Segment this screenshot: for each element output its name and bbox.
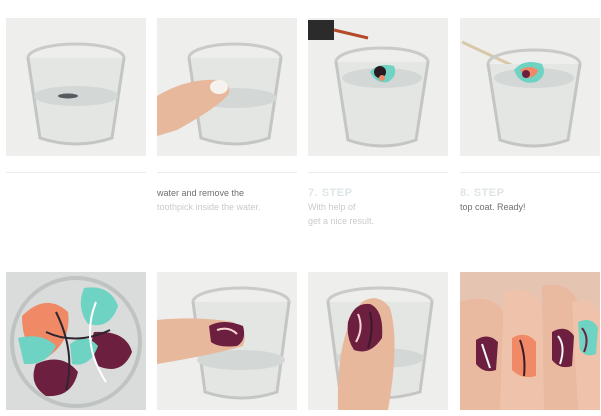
finger-glass-image — [157, 18, 297, 156]
divider — [308, 172, 448, 173]
caption-line: With help of — [308, 202, 356, 212]
photo-marble-swirl-closeup — [6, 272, 146, 410]
photo-glass-water — [6, 18, 146, 156]
marble-swirl-image — [6, 272, 146, 410]
photo-finger-dipped — [157, 272, 297, 410]
caption-line: water and remove the — [157, 188, 245, 198]
photo-finger-marbled — [308, 272, 448, 410]
finished-nails-image — [460, 272, 600, 410]
photo-polish-brush — [308, 18, 448, 156]
caption-step-6: water and remove the toothpick inside th… — [157, 186, 297, 214]
divider — [6, 172, 146, 173]
polish-brush-image — [308, 18, 448, 156]
divider — [460, 172, 600, 173]
finger-dipped-image — [157, 272, 297, 410]
divider — [157, 172, 297, 173]
caption-line: toothpick inside the water. — [157, 202, 261, 212]
caption-step-8: 8. STEP top coat. Ready! — [460, 186, 600, 214]
caption-step-title: 8. STEP — [460, 187, 505, 199]
photo-finger-in-glass — [157, 18, 297, 156]
toothpick-swirl-image — [460, 18, 600, 156]
photo-toothpick-swirl — [460, 18, 600, 156]
finger-marbled-image — [308, 272, 448, 410]
glass-of-water-image — [6, 18, 146, 156]
caption-line: top coat. Ready! — [460, 202, 526, 212]
photo-finished-nails — [460, 272, 600, 410]
caption-line: get a nice result. — [308, 216, 375, 226]
caption-step-7: 7. STEP With help of get a nice result. — [308, 186, 448, 228]
caption-step-title: 7. STEP — [308, 187, 353, 199]
